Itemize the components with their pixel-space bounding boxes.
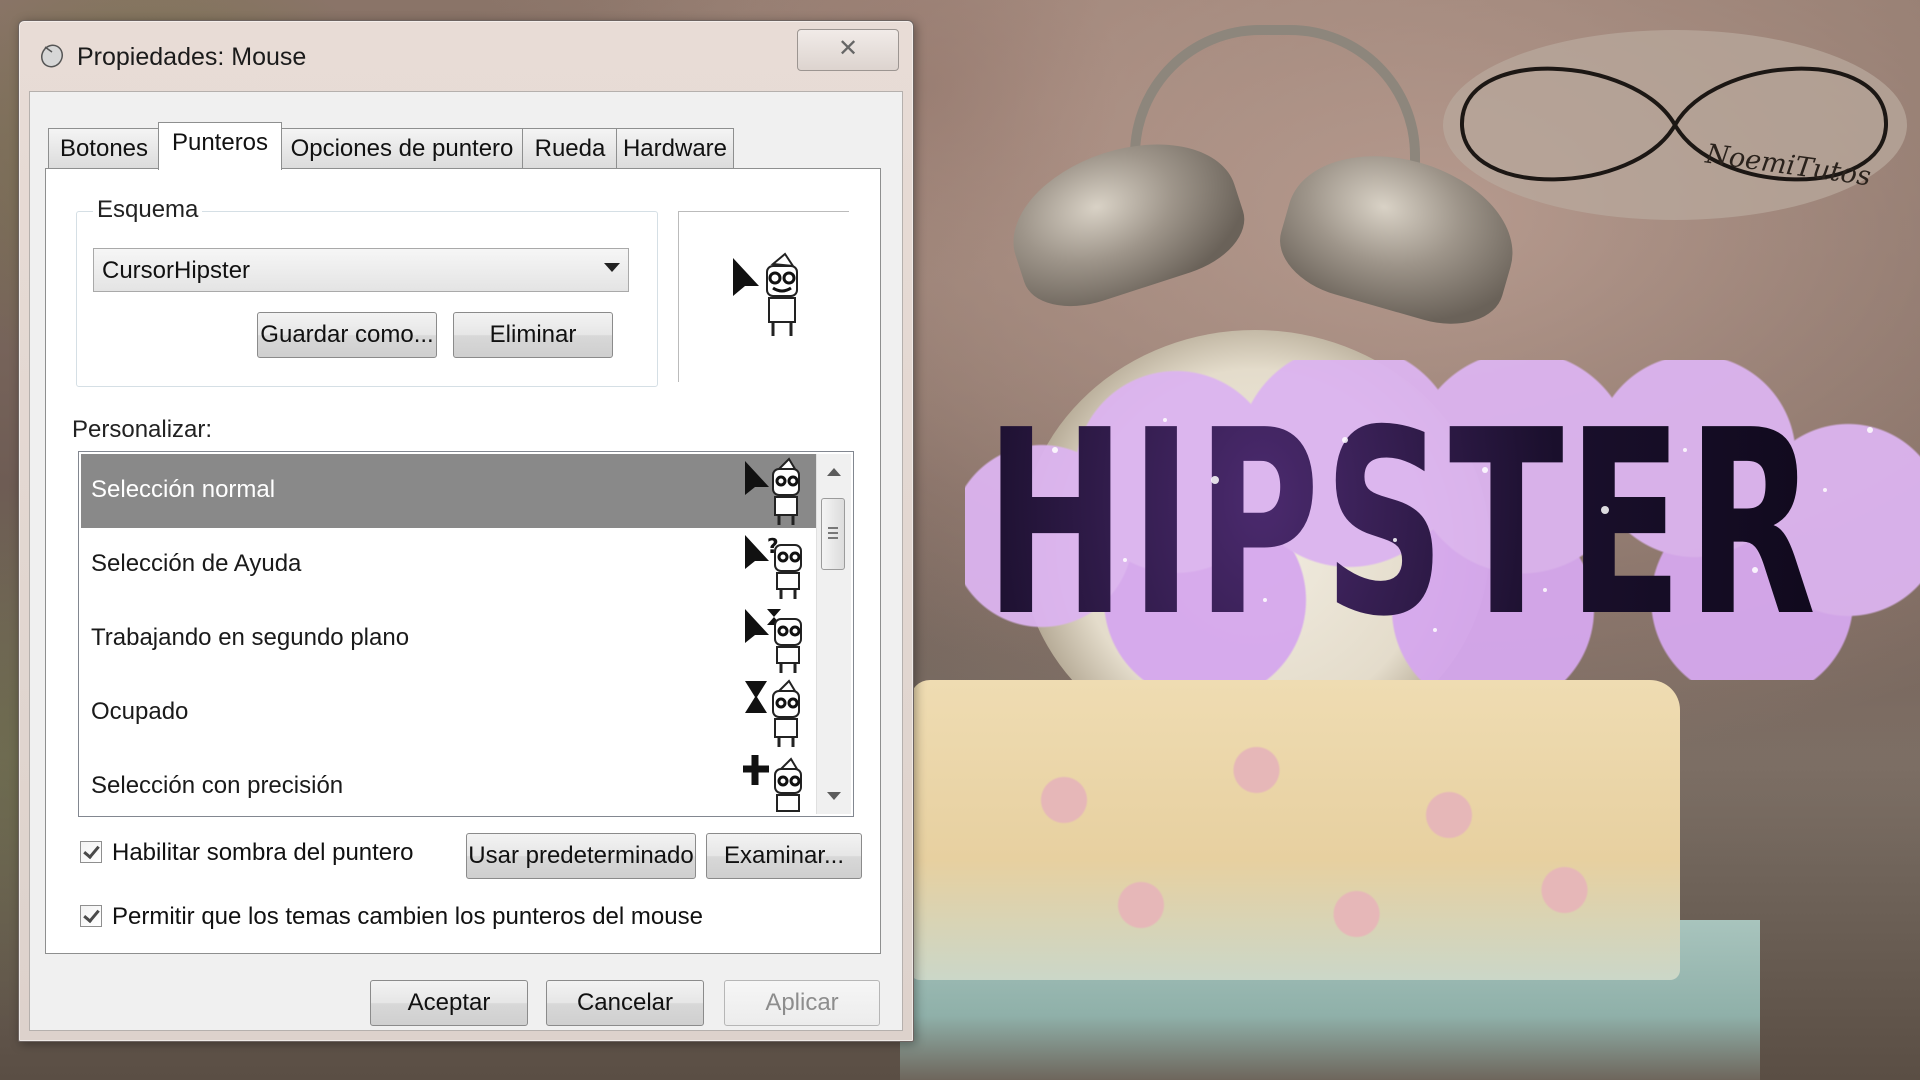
tab-punteros[interactable]: Punteros	[158, 122, 282, 170]
list-item-name: Trabajando en segundo plano	[91, 624, 410, 651]
help-cursor-icon: ?	[745, 534, 802, 599]
hipster-cursor-preview-icon	[733, 252, 798, 336]
tab-rueda[interactable]: Rueda	[522, 128, 618, 168]
close-icon: ✕	[837, 35, 859, 62]
noemitutos-logo: NoemiTutos	[1440, 25, 1910, 225]
list-item[interactable]: Ocupado	[81, 676, 821, 750]
use-default-button[interactable]: Usar predeterminado	[466, 833, 696, 879]
arrow-cursor-icon	[745, 457, 800, 525]
tab-opciones-de-puntero[interactable]: Opciones de puntero	[280, 128, 524, 168]
cursor-preview	[678, 211, 849, 382]
floral-fabric	[910, 680, 1680, 980]
tab-botones[interactable]: Botones	[48, 128, 160, 168]
list-item-name: Selección con precisión	[91, 772, 344, 799]
list-scrollbar[interactable]	[816, 454, 851, 814]
list-item[interactable]: Selección de Ayuda ?	[81, 528, 821, 602]
shadow-label: Habilitar sombra del puntero	[112, 839, 414, 866]
scheme-selected-value: CursorHipster	[102, 257, 251, 284]
tab-hardware[interactable]: Hardware	[616, 128, 734, 168]
delete-button[interactable]: Eliminar	[453, 312, 613, 358]
punteros-tab-panel: Esquema CursorHipster Guardar como... El…	[45, 168, 881, 954]
list-item-name: Ocupado	[91, 698, 189, 725]
hourglass-cursor-icon	[745, 679, 800, 747]
grip-line	[828, 537, 838, 539]
grip-line	[828, 527, 838, 529]
scheme-dropdown[interactable]: CursorHipster	[93, 248, 629, 292]
infinity-logo-icon	[1443, 30, 1907, 220]
hipster-headline: HIPSTER	[965, 360, 1920, 680]
window-title: Propiedades: Mouse	[77, 43, 307, 71]
scheme-group-label: Esquema	[93, 196, 203, 224]
scrollbar-thumb[interactable]	[821, 498, 845, 570]
busy-background-cursor-icon	[745, 609, 802, 673]
crosshair-cursor-icon	[743, 755, 802, 812]
chevron-down-icon	[604, 263, 620, 272]
list-item[interactable]: Selección con precisión	[81, 750, 821, 816]
scroll-up-icon[interactable]	[827, 468, 841, 476]
grip-line	[828, 532, 838, 534]
list-item[interactable]: Selección normal	[81, 454, 821, 528]
cursor-list[interactable]: Selección normal Selección de Ayuda ? Tr…	[78, 451, 854, 817]
list-item[interactable]: Trabajando en segundo plano	[81, 602, 821, 676]
mouse-icon	[40, 44, 64, 68]
list-item-name: Selección de Ayuda	[91, 550, 302, 577]
shadow-checkbox[interactable]	[80, 841, 102, 863]
themes-checkbox[interactable]	[80, 905, 102, 927]
list-item-name: Selección normal	[91, 476, 276, 503]
save-as-button[interactable]: Guardar como...	[257, 312, 437, 358]
browse-button[interactable]: Examinar...	[706, 833, 862, 879]
themes-label: Permitir que los temas cambien los punte…	[112, 903, 703, 930]
close-button[interactable]: ✕	[797, 29, 899, 71]
scheme-group: Esquema CursorHipster Guardar como... El…	[76, 196, 658, 387]
ok-button[interactable]: Aceptar	[370, 980, 528, 1026]
scroll-down-icon[interactable]	[827, 792, 841, 800]
cancel-button[interactable]: Cancelar	[546, 980, 704, 1026]
apply-button[interactable]: Aplicar	[724, 980, 880, 1026]
dialog-client-area: Botones Punteros Opciones de puntero Rue…	[29, 91, 903, 1031]
mouse-properties-window: Propiedades: Mouse ✕ Botones Punteros Op…	[18, 20, 914, 1042]
title-bar[interactable]: Propiedades: Mouse ✕	[19, 21, 913, 91]
hipster-text: HIPSTER	[985, 390, 1909, 660]
customize-label: Personalizar:	[72, 416, 213, 443]
